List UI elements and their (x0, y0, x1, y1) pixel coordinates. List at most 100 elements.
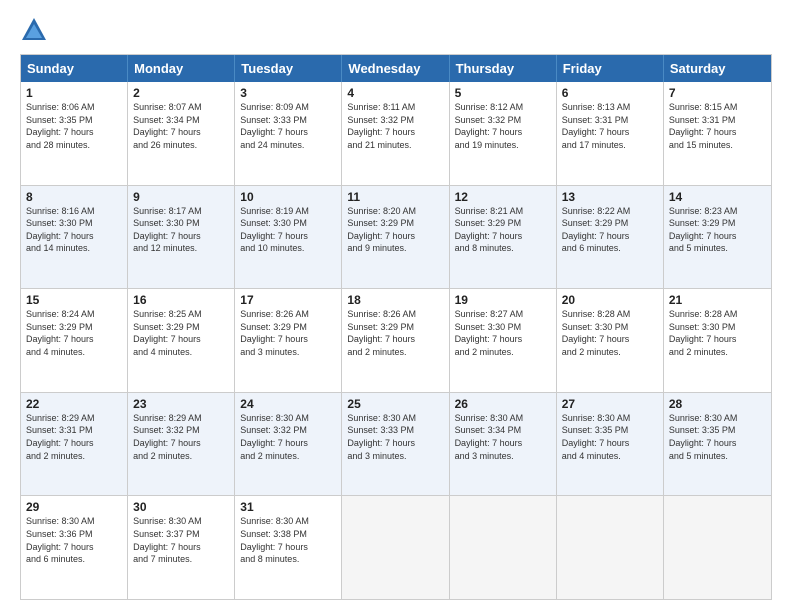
day-number: 11 (347, 190, 443, 204)
calendar-cell-day-17: 17Sunrise: 8:26 AMSunset: 3:29 PMDayligh… (235, 289, 342, 392)
day-info: Sunrise: 8:15 AMSunset: 3:31 PMDaylight:… (669, 101, 766, 151)
day-info: Sunrise: 8:27 AMSunset: 3:30 PMDaylight:… (455, 308, 551, 358)
day-info: Sunrise: 8:29 AMSunset: 3:32 PMDaylight:… (133, 412, 229, 462)
day-info: Sunrise: 8:07 AMSunset: 3:34 PMDaylight:… (133, 101, 229, 151)
day-info: Sunrise: 8:30 AMSunset: 3:32 PMDaylight:… (240, 412, 336, 462)
calendar-cell-day-9: 9Sunrise: 8:17 AMSunset: 3:30 PMDaylight… (128, 186, 235, 289)
day-info: Sunrise: 8:22 AMSunset: 3:29 PMDaylight:… (562, 205, 658, 255)
day-info: Sunrise: 8:29 AMSunset: 3:31 PMDaylight:… (26, 412, 122, 462)
calendar-cell-day-25: 25Sunrise: 8:30 AMSunset: 3:33 PMDayligh… (342, 393, 449, 496)
header-day-tuesday: Tuesday (235, 55, 342, 82)
calendar-cell-day-1: 1Sunrise: 8:06 AMSunset: 3:35 PMDaylight… (21, 82, 128, 185)
header-day-thursday: Thursday (450, 55, 557, 82)
calendar-cell-day-23: 23Sunrise: 8:29 AMSunset: 3:32 PMDayligh… (128, 393, 235, 496)
calendar-cell-day-30: 30Sunrise: 8:30 AMSunset: 3:37 PMDayligh… (128, 496, 235, 599)
day-number: 18 (347, 293, 443, 307)
day-number: 27 (562, 397, 658, 411)
day-number: 20 (562, 293, 658, 307)
day-info: Sunrise: 8:30 AMSunset: 3:37 PMDaylight:… (133, 515, 229, 565)
calendar-cell-day-10: 10Sunrise: 8:19 AMSunset: 3:30 PMDayligh… (235, 186, 342, 289)
day-info: Sunrise: 8:24 AMSunset: 3:29 PMDaylight:… (26, 308, 122, 358)
page: SundayMondayTuesdayWednesdayThursdayFrid… (0, 0, 792, 612)
day-number: 16 (133, 293, 229, 307)
day-number: 29 (26, 500, 122, 514)
day-number: 30 (133, 500, 229, 514)
day-info: Sunrise: 8:12 AMSunset: 3:32 PMDaylight:… (455, 101, 551, 151)
day-number: 28 (669, 397, 766, 411)
header-day-wednesday: Wednesday (342, 55, 449, 82)
day-info: Sunrise: 8:17 AMSunset: 3:30 PMDaylight:… (133, 205, 229, 255)
calendar-cell-day-31: 31Sunrise: 8:30 AMSunset: 3:38 PMDayligh… (235, 496, 342, 599)
calendar-header: SundayMondayTuesdayWednesdayThursdayFrid… (21, 55, 771, 82)
day-number: 4 (347, 86, 443, 100)
day-info: Sunrise: 8:06 AMSunset: 3:35 PMDaylight:… (26, 101, 122, 151)
day-info: Sunrise: 8:23 AMSunset: 3:29 PMDaylight:… (669, 205, 766, 255)
calendar-cell-day-15: 15Sunrise: 8:24 AMSunset: 3:29 PMDayligh… (21, 289, 128, 392)
calendar-cell-day-11: 11Sunrise: 8:20 AMSunset: 3:29 PMDayligh… (342, 186, 449, 289)
day-info: Sunrise: 8:28 AMSunset: 3:30 PMDaylight:… (669, 308, 766, 358)
logo (20, 16, 52, 44)
calendar-cell-day-13: 13Sunrise: 8:22 AMSunset: 3:29 PMDayligh… (557, 186, 664, 289)
calendar-cell-day-12: 12Sunrise: 8:21 AMSunset: 3:29 PMDayligh… (450, 186, 557, 289)
calendar-cell-day-6: 6Sunrise: 8:13 AMSunset: 3:31 PMDaylight… (557, 82, 664, 185)
day-number: 25 (347, 397, 443, 411)
calendar-cell-day-5: 5Sunrise: 8:12 AMSunset: 3:32 PMDaylight… (450, 82, 557, 185)
day-info: Sunrise: 8:21 AMSunset: 3:29 PMDaylight:… (455, 205, 551, 255)
header-day-saturday: Saturday (664, 55, 771, 82)
calendar-cell-empty (450, 496, 557, 599)
calendar-cell-empty (342, 496, 449, 599)
calendar-cell-day-4: 4Sunrise: 8:11 AMSunset: 3:32 PMDaylight… (342, 82, 449, 185)
day-number: 9 (133, 190, 229, 204)
day-number: 31 (240, 500, 336, 514)
day-info: Sunrise: 8:30 AMSunset: 3:35 PMDaylight:… (669, 412, 766, 462)
calendar-cell-day-27: 27Sunrise: 8:30 AMSunset: 3:35 PMDayligh… (557, 393, 664, 496)
day-info: Sunrise: 8:30 AMSunset: 3:35 PMDaylight:… (562, 412, 658, 462)
day-info: Sunrise: 8:19 AMSunset: 3:30 PMDaylight:… (240, 205, 336, 255)
day-number: 2 (133, 86, 229, 100)
calendar-cell-day-22: 22Sunrise: 8:29 AMSunset: 3:31 PMDayligh… (21, 393, 128, 496)
day-number: 21 (669, 293, 766, 307)
calendar-cell-day-24: 24Sunrise: 8:30 AMSunset: 3:32 PMDayligh… (235, 393, 342, 496)
day-info: Sunrise: 8:30 AMSunset: 3:38 PMDaylight:… (240, 515, 336, 565)
calendar-row-4: 22Sunrise: 8:29 AMSunset: 3:31 PMDayligh… (21, 392, 771, 496)
calendar-cell-day-14: 14Sunrise: 8:23 AMSunset: 3:29 PMDayligh… (664, 186, 771, 289)
header-day-friday: Friday (557, 55, 664, 82)
day-info: Sunrise: 8:26 AMSunset: 3:29 PMDaylight:… (240, 308, 336, 358)
calendar-cell-day-16: 16Sunrise: 8:25 AMSunset: 3:29 PMDayligh… (128, 289, 235, 392)
day-number: 22 (26, 397, 122, 411)
calendar-row-2: 8Sunrise: 8:16 AMSunset: 3:30 PMDaylight… (21, 185, 771, 289)
day-number: 24 (240, 397, 336, 411)
day-number: 3 (240, 86, 336, 100)
header-day-monday: Monday (128, 55, 235, 82)
day-info: Sunrise: 8:16 AMSunset: 3:30 PMDaylight:… (26, 205, 122, 255)
day-number: 6 (562, 86, 658, 100)
day-number: 26 (455, 397, 551, 411)
day-number: 14 (669, 190, 766, 204)
calendar-cell-day-8: 8Sunrise: 8:16 AMSunset: 3:30 PMDaylight… (21, 186, 128, 289)
header (20, 16, 772, 44)
header-day-sunday: Sunday (21, 55, 128, 82)
day-number: 1 (26, 86, 122, 100)
calendar: SundayMondayTuesdayWednesdayThursdayFrid… (20, 54, 772, 600)
calendar-body: 1Sunrise: 8:06 AMSunset: 3:35 PMDaylight… (21, 82, 771, 599)
day-info: Sunrise: 8:30 AMSunset: 3:34 PMDaylight:… (455, 412, 551, 462)
day-number: 19 (455, 293, 551, 307)
day-info: Sunrise: 8:28 AMSunset: 3:30 PMDaylight:… (562, 308, 658, 358)
calendar-cell-day-26: 26Sunrise: 8:30 AMSunset: 3:34 PMDayligh… (450, 393, 557, 496)
day-number: 5 (455, 86, 551, 100)
day-number: 8 (26, 190, 122, 204)
day-number: 23 (133, 397, 229, 411)
day-number: 10 (240, 190, 336, 204)
calendar-cell-day-3: 3Sunrise: 8:09 AMSunset: 3:33 PMDaylight… (235, 82, 342, 185)
calendar-cell-day-28: 28Sunrise: 8:30 AMSunset: 3:35 PMDayligh… (664, 393, 771, 496)
calendar-cell-day-19: 19Sunrise: 8:27 AMSunset: 3:30 PMDayligh… (450, 289, 557, 392)
calendar-cell-day-7: 7Sunrise: 8:15 AMSunset: 3:31 PMDaylight… (664, 82, 771, 185)
calendar-row-5: 29Sunrise: 8:30 AMSunset: 3:36 PMDayligh… (21, 495, 771, 599)
day-info: Sunrise: 8:20 AMSunset: 3:29 PMDaylight:… (347, 205, 443, 255)
calendar-cell-empty (664, 496, 771, 599)
logo-icon (20, 16, 48, 44)
day-info: Sunrise: 8:09 AMSunset: 3:33 PMDaylight:… (240, 101, 336, 151)
calendar-cell-day-20: 20Sunrise: 8:28 AMSunset: 3:30 PMDayligh… (557, 289, 664, 392)
day-info: Sunrise: 8:30 AMSunset: 3:36 PMDaylight:… (26, 515, 122, 565)
calendar-cell-day-18: 18Sunrise: 8:26 AMSunset: 3:29 PMDayligh… (342, 289, 449, 392)
